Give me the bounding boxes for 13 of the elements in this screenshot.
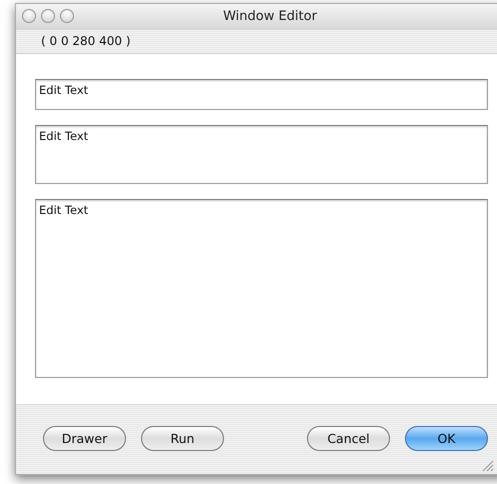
text-field[interactable]: Edit Text <box>35 199 488 378</box>
push-button[interactable]: Run <box>141 426 224 452</box>
ok-button[interactable]: OK <box>405 426 488 452</box>
push-button[interactable]: Drawer <box>43 426 126 452</box>
text-field[interactable]: Edit Text <box>35 125 488 184</box>
resize-grip-icon[interactable] <box>480 458 494 472</box>
zoom-button[interactable] <box>60 9 74 23</box>
close-button[interactable] <box>22 9 36 23</box>
push-button[interactable]: Cancel <box>307 426 390 452</box>
coordinates-label: ( 0 0 280 400 ) <box>41 34 131 48</box>
minimize-button[interactable] <box>41 9 55 23</box>
text-field[interactable]: Edit Text <box>35 79 488 110</box>
window-title: Window Editor <box>223 9 317 24</box>
